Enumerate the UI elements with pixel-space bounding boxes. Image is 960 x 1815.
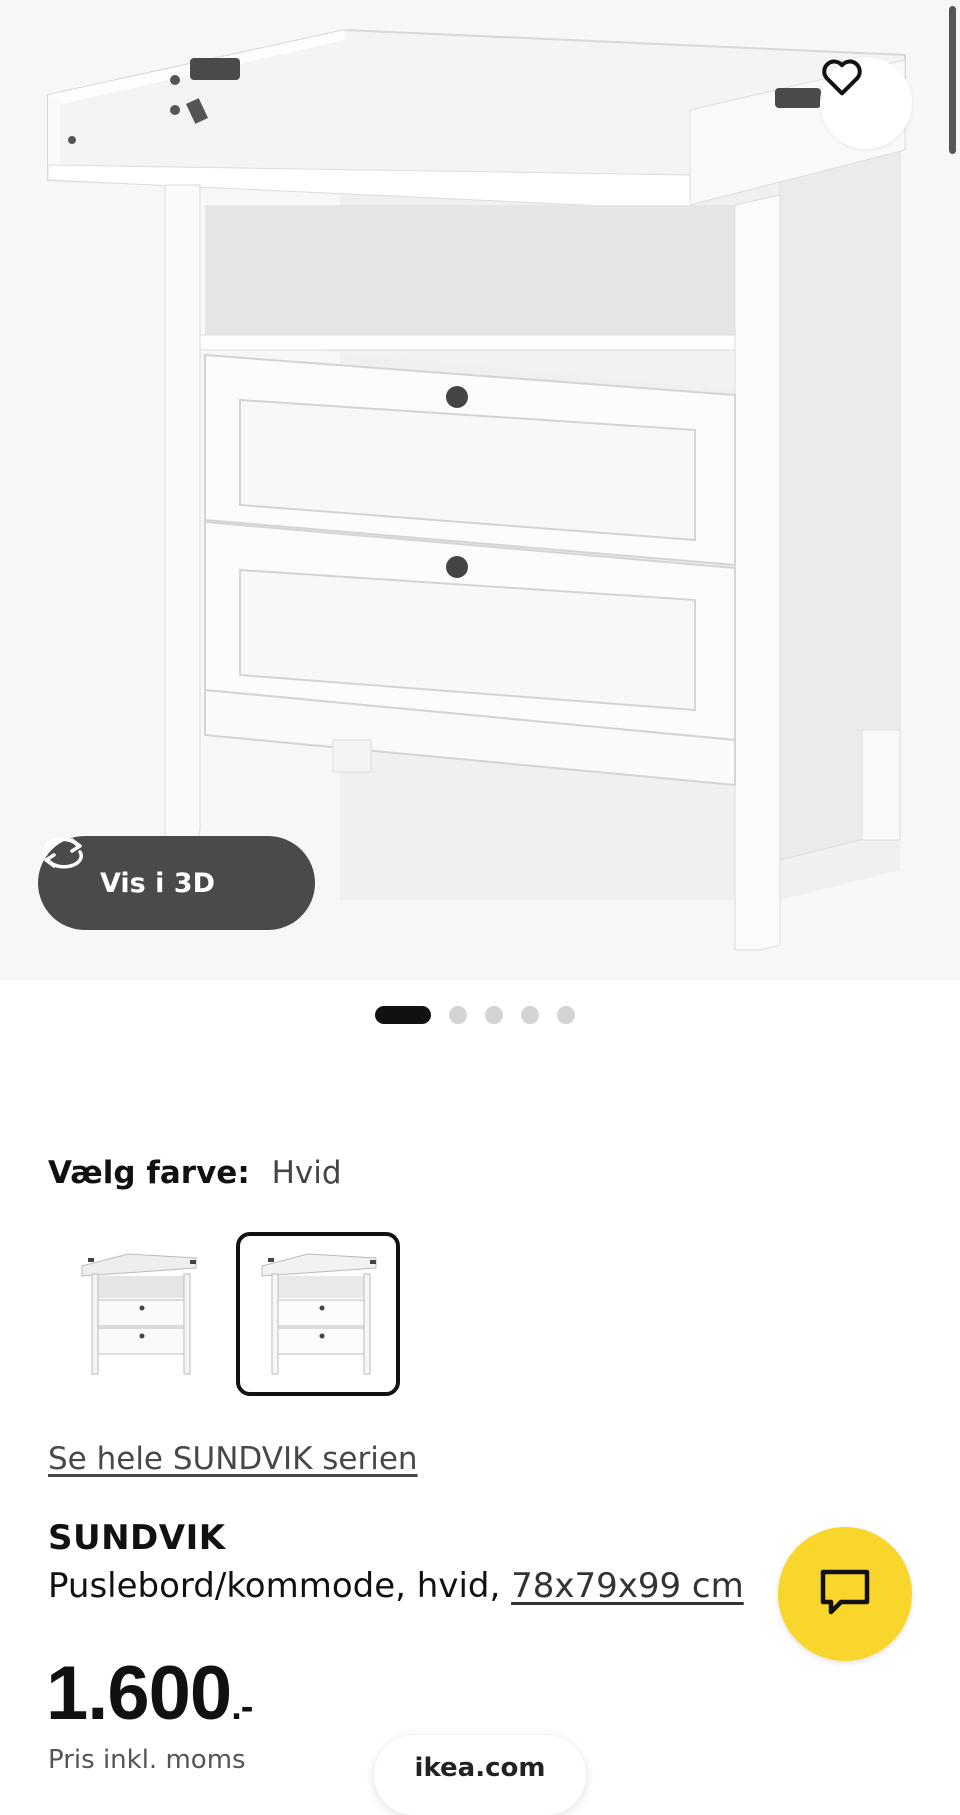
carousel-dot[interactable] <box>557 1006 575 1024</box>
carousel-dot[interactable] <box>449 1006 467 1024</box>
favorite-button[interactable] <box>820 57 912 149</box>
chat-bubble-icon <box>819 1568 871 1620</box>
series-link[interactable]: Se hele SUNDVIK serien <box>48 1441 418 1477</box>
swatch-thumbnail <box>261 1253 377 1375</box>
carousel-dot[interactable] <box>485 1006 503 1024</box>
swatch-thumbnail <box>81 1253 197 1375</box>
carousel-dot[interactable] <box>375 1006 431 1024</box>
browser-url-pill[interactable]: ikea.com <box>374 1735 586 1815</box>
product-price: 1.600.- <box>46 1650 253 1737</box>
chat-button[interactable] <box>778 1527 912 1661</box>
carousel-dot[interactable] <box>521 1006 539 1024</box>
color-selector-label: Vælg farve: Hvid <box>48 1155 342 1191</box>
price-suffix: .- <box>231 1686 253 1728</box>
color-swatch-option-selected[interactable] <box>236 1232 400 1396</box>
price-amount: 1.600 <box>46 1651 232 1736</box>
color-value: Hvid <box>271 1155 342 1191</box>
carousel-indicator <box>375 1006 575 1024</box>
dimensions-link[interactable]: 78x79x99 cm <box>511 1566 744 1606</box>
product-description: Puslebord/kommode, hvid, 78x79x99 cm <box>48 1566 744 1606</box>
changing-table-illustration <box>47 28 906 951</box>
url-text: ikea.com <box>414 1753 546 1783</box>
product-name: SUNDVIK <box>48 1518 226 1558</box>
product-type: Puslebord/kommode, hvid, <box>48 1566 501 1606</box>
price-note: Pris inkl. moms <box>48 1745 246 1775</box>
scrollbar-thumb[interactable] <box>949 6 956 154</box>
view-3d-label: Vis i 3D <box>100 867 216 899</box>
product-image[interactable]: Vis i 3D <box>0 0 960 980</box>
color-swatch-option[interactable] <box>56 1232 220 1396</box>
color-label: Vælg farve: <box>48 1155 250 1191</box>
view-3d-button[interactable]: Vis i 3D <box>38 836 315 930</box>
